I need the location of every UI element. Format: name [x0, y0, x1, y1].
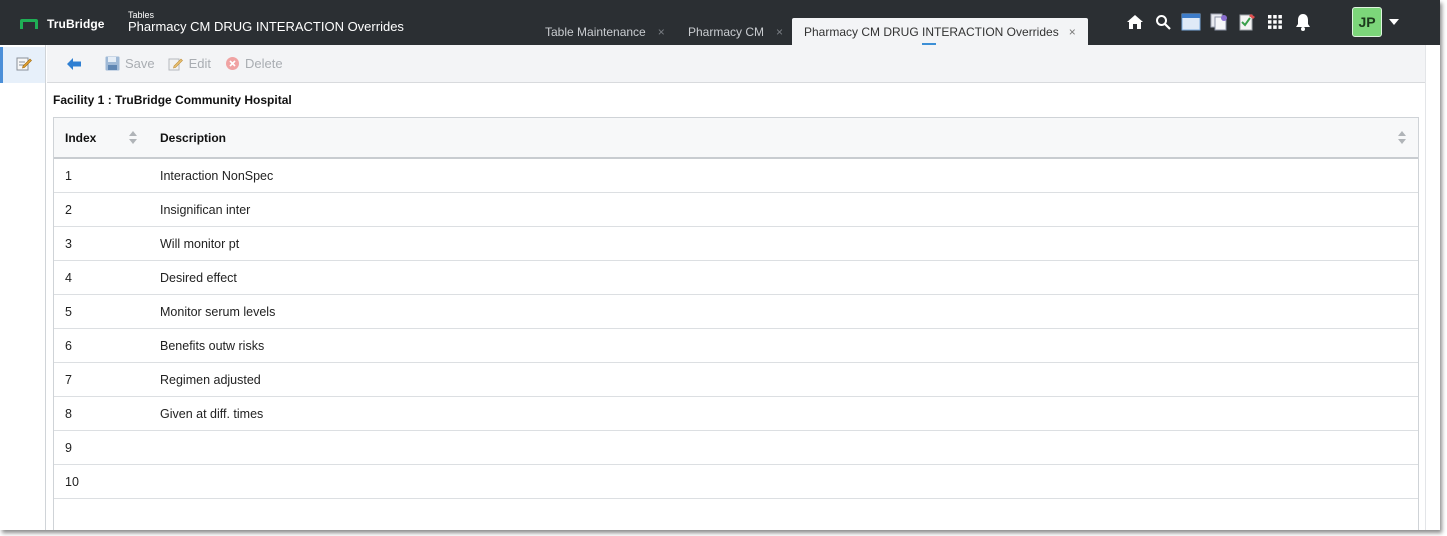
- table-row[interactable]: 6 Benefits outw risks: [54, 329, 1418, 363]
- window-icon[interactable]: [1180, 11, 1202, 33]
- checklist-icon[interactable]: [1236, 11, 1258, 33]
- tab-pharmacy-cm[interactable]: Pharmacy CM ×: [688, 18, 783, 45]
- tab-label: Pharmacy CM: [688, 24, 765, 39]
- tab-drug-interaction-overrides[interactable]: Pharmacy CM DRUG INTERACTION Overrides ×: [792, 18, 1088, 45]
- back-button[interactable]: [66, 56, 87, 72]
- left-rail: [0, 45, 46, 530]
- sort-icon[interactable]: [1398, 131, 1406, 145]
- grid-body: 1 Interaction NonSpec 2 Insignifican inter 3…: [54, 159, 1418, 499]
- trubridge-logo-icon: [20, 19, 38, 29]
- edit-document-icon: [16, 55, 32, 76]
- page-title: Pharmacy CM DRUG INTERACTION Overrides: [128, 19, 404, 34]
- chevron-down-icon[interactable]: [1389, 19, 1399, 25]
- logo[interactable]: TruBridge: [20, 17, 105, 31]
- documents-icon[interactable]: [1208, 11, 1230, 33]
- cell-description: Desired effect: [160, 270, 237, 285]
- cell-index: 1: [65, 168, 72, 183]
- tab-table-maintenance[interactable]: Table Maintenance ×: [545, 18, 665, 45]
- bell-icon[interactable]: [1292, 11, 1314, 33]
- table-row[interactable]: 3 Will monitor pt: [54, 227, 1418, 261]
- grid-header: Index Description: [54, 118, 1418, 159]
- cell-description: Interaction NonSpec: [160, 168, 274, 183]
- cell-index: 4: [65, 270, 72, 285]
- rail-item-edit-table[interactable]: [0, 47, 45, 83]
- column-header-description[interactable]: Description: [160, 131, 226, 145]
- cell-index: 7: [65, 372, 72, 387]
- cell-description: Insignifican inter: [160, 202, 251, 217]
- cell-description: Benefits outw risks: [160, 338, 265, 353]
- search-icon[interactable]: [1152, 11, 1174, 33]
- delete-button[interactable]: Delete: [224, 56, 283, 72]
- close-icon[interactable]: ×: [658, 25, 665, 39]
- edit-label: Edit: [188, 56, 212, 71]
- tab-label: Table Maintenance: [545, 24, 646, 39]
- table-row[interactable]: 2 Insignifican inter: [54, 193, 1418, 227]
- cell-index: 2: [65, 202, 72, 217]
- facility-label: Facility 1 : TruBridge Community Hospita…: [53, 93, 292, 107]
- logo-text: TruBridge: [47, 17, 105, 31]
- edit-button[interactable]: Edit: [168, 56, 211, 72]
- table-row[interactable]: 5 Monitor serum levels: [54, 295, 1418, 329]
- cell-description: Given at diff. times: [160, 406, 264, 421]
- top-bar: TruBridge Tables Pharmacy CM DRUG INTERA…: [0, 0, 1440, 45]
- cell-index: 9: [65, 440, 72, 455]
- cell-index: 3: [65, 236, 72, 251]
- toolbar: Save Edit Delete: [47, 45, 1425, 83]
- table-row[interactable]: 9: [54, 431, 1418, 465]
- table-row[interactable]: 8 Given at diff. times: [54, 397, 1418, 431]
- app-window: TruBridge Tables Pharmacy CM DRUG INTERA…: [0, 0, 1440, 530]
- tab-label: Pharmacy CM DRUG INTERACTION Overrides: [804, 24, 1059, 39]
- save-button[interactable]: Save: [104, 56, 155, 72]
- close-icon[interactable]: ×: [776, 25, 783, 39]
- data-grid: Index Description 1 Interaction NonSpec 2 I…: [53, 117, 1419, 530]
- table-row[interactable]: 10: [54, 465, 1418, 499]
- cell-index: 6: [65, 338, 72, 353]
- cell-description: Regimen adjusted: [160, 372, 261, 387]
- table-row[interactable]: 7 Regimen adjusted: [54, 363, 1418, 397]
- cell-index: 5: [65, 304, 72, 319]
- sort-icon[interactable]: [129, 131, 137, 145]
- column-header-index[interactable]: Index: [65, 131, 96, 145]
- cell-index: 10: [65, 474, 79, 489]
- top-icon-bar: [1124, 10, 1320, 34]
- table-row[interactable]: 1 Interaction NonSpec: [54, 159, 1418, 193]
- cell-description: Will monitor pt: [160, 236, 240, 251]
- scrollbar[interactable]: [1425, 45, 1440, 530]
- edit-icon: [168, 56, 184, 72]
- table-row[interactable]: 4 Desired effect: [54, 261, 1418, 295]
- save-icon: [104, 56, 120, 72]
- back-arrow-icon: [66, 56, 82, 72]
- close-icon[interactable]: ×: [1069, 25, 1076, 39]
- save-label: Save: [125, 56, 155, 71]
- delete-icon: [224, 56, 240, 72]
- cell-index: 8: [65, 406, 72, 421]
- apps-grid-icon[interactable]: [1264, 11, 1286, 33]
- avatar[interactable]: JP: [1352, 7, 1382, 37]
- home-icon[interactable]: [1124, 11, 1146, 33]
- cell-description: Monitor serum levels: [160, 304, 276, 319]
- delete-label: Delete: [245, 56, 283, 71]
